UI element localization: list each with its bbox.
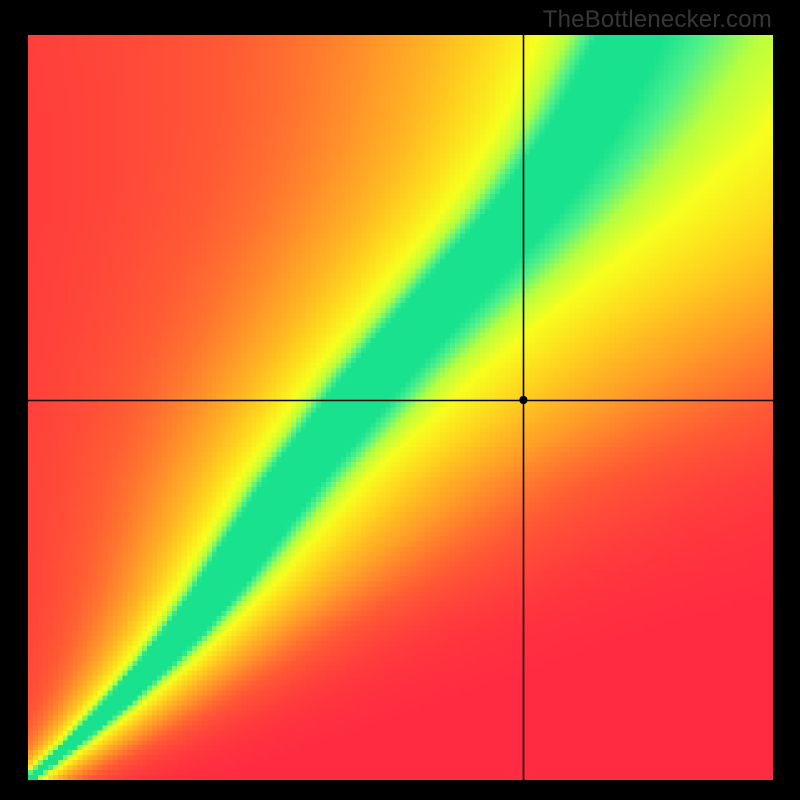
watermark-text: TheBottlenecker.com [543, 6, 772, 34]
plot-area [28, 35, 773, 780]
overlay-canvas [28, 35, 773, 780]
chart-frame: TheBottlenecker.com [0, 0, 800, 800]
